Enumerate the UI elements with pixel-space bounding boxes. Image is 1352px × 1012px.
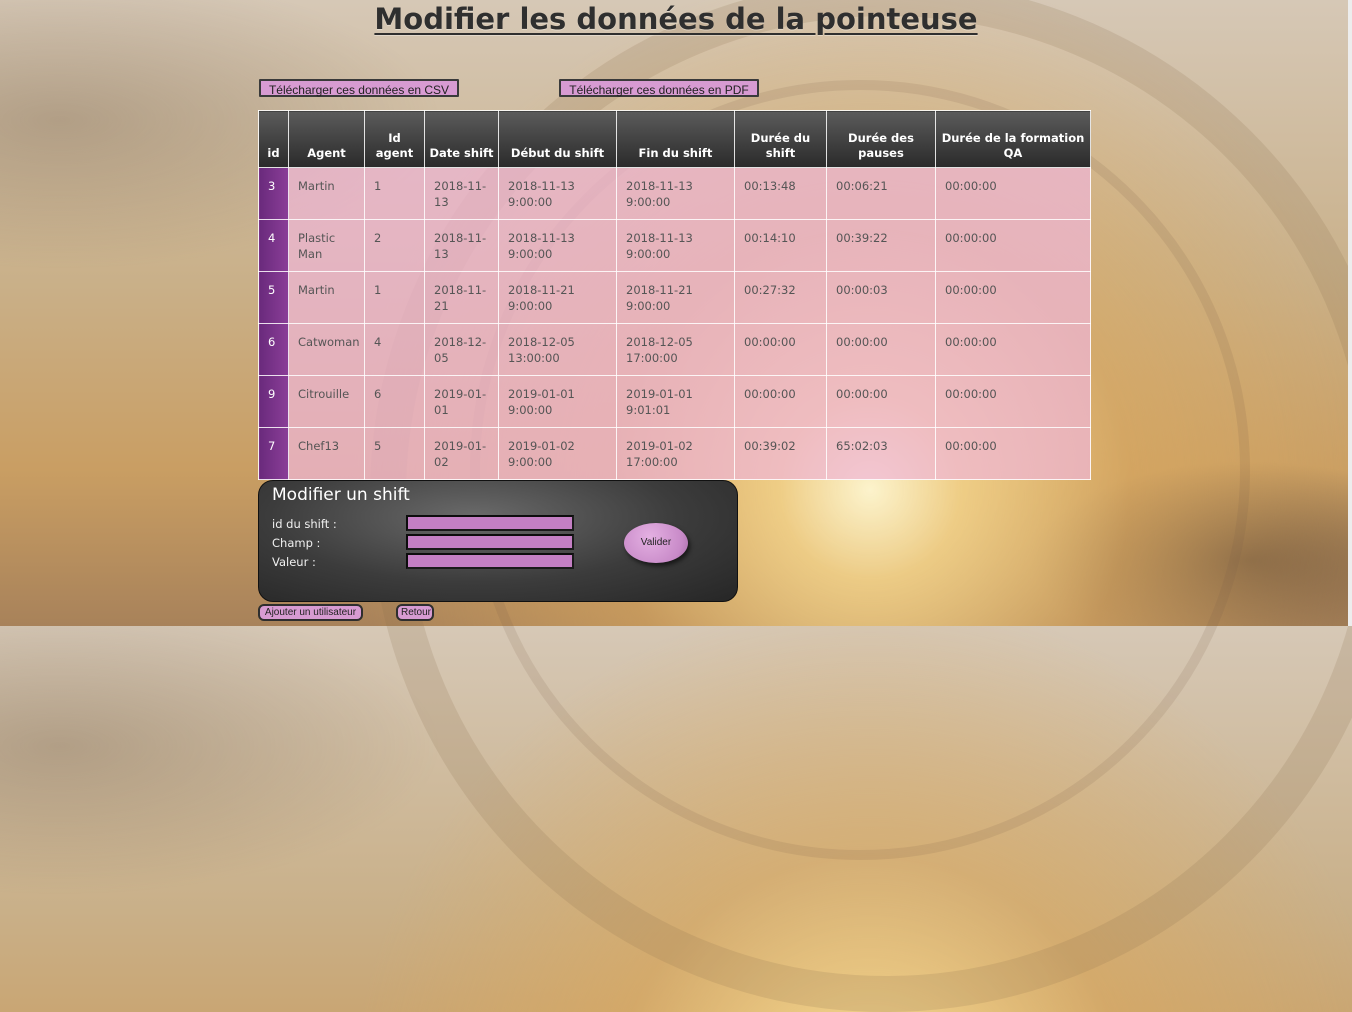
column-header-pause-duration: Durée des pauses	[826, 110, 936, 168]
cell-qa-training-duration: 00:00:00	[935, 271, 1091, 324]
cell-shift-date: 2018-11-21	[424, 271, 499, 324]
table-row: 6 Catwoman 4 2018-12-05 2018-12-05 13:00…	[258, 323, 1091, 376]
column-header-agent: Agent	[288, 110, 365, 168]
table-row: 5 Martin 1 2018-11-21 2018-11-21 9:00:00…	[258, 271, 1091, 324]
cell-shift-date: 2018-11-13	[424, 219, 499, 272]
cell-agent-id: 1	[364, 167, 425, 220]
cell-agent: Martin	[288, 271, 365, 324]
cell-agent-id: 4	[364, 323, 425, 376]
cell-agent-id: 2	[364, 219, 425, 272]
cell-shift-duration: 00:14:10	[734, 219, 827, 272]
cell-id: 3	[258, 167, 289, 220]
cell-id: 6	[258, 323, 289, 376]
field-label: Champ :	[272, 536, 321, 550]
edit-shift-form: Modifier un shift id du shift : Champ : …	[258, 480, 738, 602]
cell-shift-start: 2018-11-13 9:00:00	[498, 219, 617, 272]
column-header-agent-id: Id agent	[364, 110, 425, 168]
shift-id-input[interactable]	[406, 515, 574, 531]
add-user-button[interactable]: Ajouter un utilisateur	[258, 604, 363, 621]
cell-shift-end: 2019-01-02 17:00:00	[616, 427, 735, 480]
cell-pause-duration: 00:00:00	[826, 375, 936, 428]
cell-shift-duration: 00:13:48	[734, 167, 827, 220]
cell-agent-id: 1	[364, 271, 425, 324]
cell-pause-duration: 00:00:00	[826, 323, 936, 376]
cell-agent: Citrouille	[288, 375, 365, 428]
cell-id: 9	[258, 375, 289, 428]
cell-pause-duration: 00:06:21	[826, 167, 936, 220]
cell-agent: Chef13	[288, 427, 365, 480]
cell-agent: Martin	[288, 167, 365, 220]
cell-shift-date: 2019-01-01	[424, 375, 499, 428]
cell-id: 4	[258, 219, 289, 272]
cell-pause-duration: 00:00:03	[826, 271, 936, 324]
column-header-qa-training-duration: Durée de la formation QA	[935, 110, 1091, 168]
scrollbar-edge	[1348, 0, 1352, 626]
download-csv-button[interactable]: Télécharger ces données en CSV	[259, 79, 459, 97]
cell-agent-id: 5	[364, 427, 425, 480]
cell-qa-training-duration: 00:00:00	[935, 219, 1091, 272]
column-header-id: id	[258, 110, 289, 168]
cell-agent: Plastic Man	[288, 219, 365, 272]
cell-shift-duration: 00:00:00	[734, 375, 827, 428]
cell-shift-start: 2019-01-02 9:00:00	[498, 427, 617, 480]
cell-pause-duration: 65:02:03	[826, 427, 936, 480]
cell-shift-start: 2018-12-05 13:00:00	[498, 323, 617, 376]
page-title: Modifier les données de la pointeuse	[374, 2, 978, 36]
shift-id-label: id du shift :	[272, 517, 337, 531]
table-row: 3 Martin 1 2018-11-13 2018-11-13 9:00:00…	[258, 167, 1091, 220]
cell-shift-end: 2018-11-13 9:00:00	[616, 167, 735, 220]
cell-id: 7	[258, 427, 289, 480]
table-header-row: id Agent Id agent Date shift Début du sh…	[258, 110, 1091, 168]
cell-shift-end: 2018-11-21 9:00:00	[616, 271, 735, 324]
cell-qa-training-duration: 00:00:00	[935, 375, 1091, 428]
cell-agent-id: 6	[364, 375, 425, 428]
table-row: 7 Chef13 5 2019-01-02 2019-01-02 9:00:00…	[258, 427, 1091, 480]
cell-shift-duration: 00:00:00	[734, 323, 827, 376]
back-button[interactable]: Retour	[396, 604, 434, 621]
cell-pause-duration: 00:39:22	[826, 219, 936, 272]
cell-qa-training-duration: 00:00:00	[935, 167, 1091, 220]
cell-shift-date: 2018-11-13	[424, 167, 499, 220]
cell-qa-training-duration: 00:00:00	[935, 323, 1091, 376]
cell-qa-training-duration: 00:00:00	[935, 427, 1091, 480]
cell-agent: Catwoman	[288, 323, 365, 376]
column-header-shift-date: Date shift	[424, 110, 499, 168]
value-input[interactable]	[406, 553, 574, 569]
form-title: Modifier un shift	[272, 485, 410, 505]
cell-shift-start: 2019-01-01 9:00:00	[498, 375, 617, 428]
column-header-shift-duration: Durée du shift	[734, 110, 827, 168]
column-header-shift-end: Fin du shift	[616, 110, 735, 168]
download-pdf-button[interactable]: Télécharger ces données en PDF	[559, 79, 759, 97]
value-label: Valeur :	[272, 555, 316, 569]
cell-shift-end: 2018-11-13 9:00:00	[616, 219, 735, 272]
cell-shift-duration: 00:27:32	[734, 271, 827, 324]
cell-shift-date: 2018-12-05	[424, 323, 499, 376]
column-header-shift-start: Début du shift	[498, 110, 617, 168]
cell-shift-start: 2018-11-13 9:00:00	[498, 167, 617, 220]
validate-button[interactable]: Valider	[624, 523, 688, 563]
table-row: 4 Plastic Man 2 2018-11-13 2018-11-13 9:…	[258, 219, 1091, 272]
table-row: 9 Citrouille 6 2019-01-01 2019-01-01 9:0…	[258, 375, 1091, 428]
shift-table: id Agent Id agent Date shift Début du sh…	[258, 110, 1091, 480]
cell-id: 5	[258, 271, 289, 324]
cell-shift-start: 2018-11-21 9:00:00	[498, 271, 617, 324]
cell-shift-date: 2019-01-02	[424, 427, 499, 480]
field-input[interactable]	[406, 534, 574, 550]
cell-shift-end: 2018-12-05 17:00:00	[616, 323, 735, 376]
cell-shift-end: 2019-01-01 9:01:01	[616, 375, 735, 428]
cell-shift-duration: 00:39:02	[734, 427, 827, 480]
